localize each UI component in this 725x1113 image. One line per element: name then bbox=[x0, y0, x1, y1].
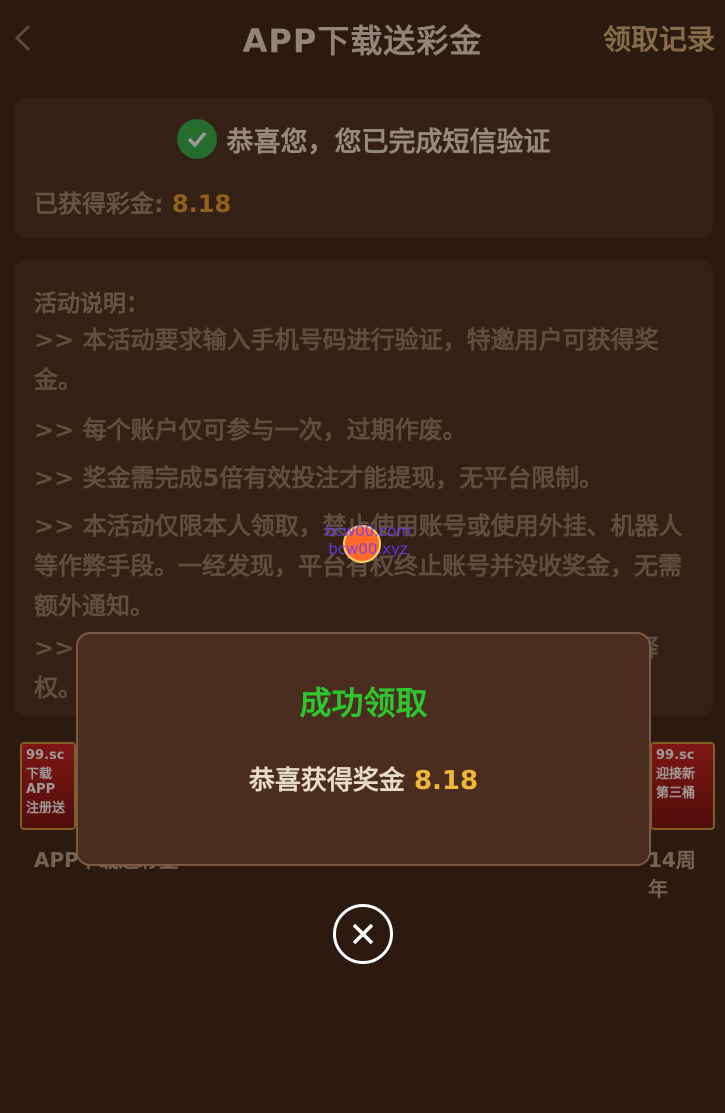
modal-message-prefix: 恭喜获得奖金 bbox=[248, 766, 405, 796]
success-modal: 成功领取 恭喜获得奖金 8.18 bbox=[76, 632, 651, 866]
close-icon bbox=[352, 923, 374, 945]
watermark: bcw00.com bcw00.xyz bbox=[318, 522, 418, 566]
close-button[interactable] bbox=[333, 904, 393, 964]
watermark-line: bcw00.xyz bbox=[328, 540, 408, 558]
modal-title: 成功领取 bbox=[299, 684, 428, 722]
watermark-line: bcw00.com bbox=[325, 522, 411, 540]
modal-message: 恭喜获得奖金 8.18 bbox=[78, 760, 649, 797]
modal-amount: 8.18 bbox=[413, 766, 479, 796]
